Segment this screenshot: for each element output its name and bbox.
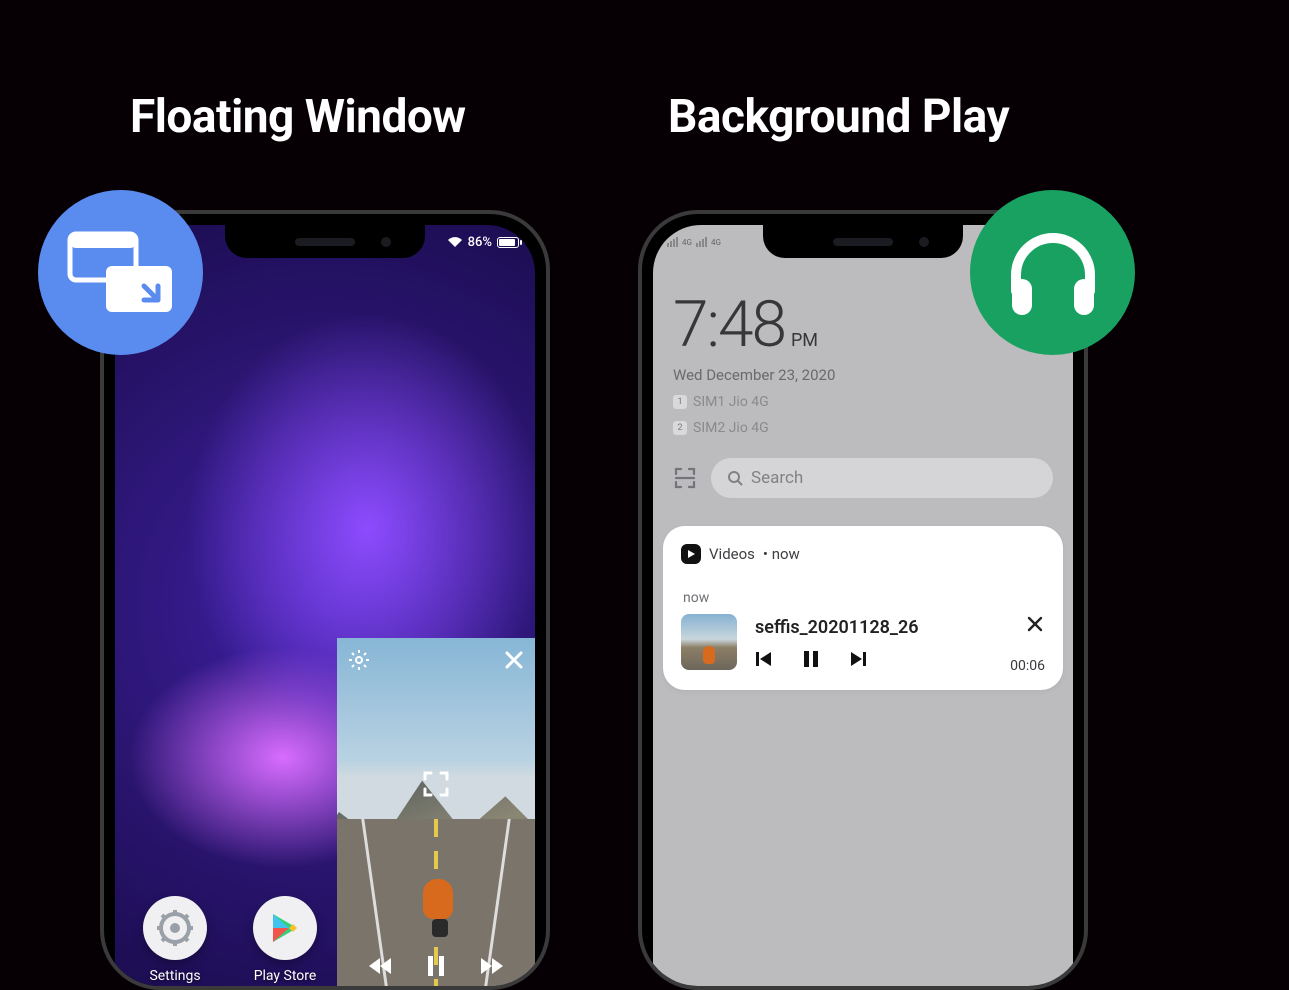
notch bbox=[225, 225, 425, 258]
settings-icon bbox=[143, 896, 207, 960]
signal-icon bbox=[696, 237, 707, 247]
track-title: seffis_20201128_26 bbox=[755, 617, 919, 638]
float-close-button[interactable] bbox=[503, 649, 525, 671]
app-label: Play Store bbox=[254, 968, 317, 984]
video-subject bbox=[423, 879, 457, 937]
app-label: Settings bbox=[149, 968, 200, 984]
track-thumbnail bbox=[681, 614, 737, 670]
battery-pct: 86% bbox=[468, 235, 492, 250]
prev-button[interactable] bbox=[755, 650, 773, 668]
sim2-line: 2 SIM2 Jio 4G bbox=[673, 420, 1053, 436]
net-label: 4G bbox=[682, 238, 692, 247]
pause-button[interactable] bbox=[803, 650, 819, 668]
media-notification[interactable]: Videos • now now seffis_20201128_26 bbox=[663, 526, 1063, 690]
signal-icon bbox=[667, 237, 678, 247]
search-input[interactable]: Search bbox=[711, 458, 1053, 498]
notif-time: • now bbox=[763, 545, 800, 563]
playstore-icon bbox=[253, 896, 317, 960]
app-playstore[interactable]: Play Store bbox=[245, 896, 325, 984]
net-label: 4G bbox=[711, 238, 721, 247]
clock-ampm: PM bbox=[791, 330, 818, 351]
home-screen: 7 86% bbox=[115, 225, 535, 986]
wifi-icon bbox=[447, 236, 463, 248]
float-rewind-button[interactable] bbox=[369, 956, 393, 976]
floating-video-window[interactable] bbox=[337, 638, 535, 986]
notif-header: Videos • now bbox=[681, 544, 1045, 564]
float-forward-button[interactable] bbox=[479, 956, 503, 976]
notch bbox=[763, 225, 963, 258]
home-dock: Settings Play Store bbox=[135, 896, 325, 984]
notif-close-button[interactable] bbox=[1025, 614, 1045, 634]
notif-app-name: Videos bbox=[709, 545, 755, 563]
sim2-label: SIM2 Jio 4G bbox=[693, 420, 769, 436]
float-fullscreen-button[interactable] bbox=[421, 769, 451, 799]
float-pause-button[interactable] bbox=[427, 956, 445, 976]
app-icon bbox=[681, 544, 701, 564]
sim1-line: 1 SIM1 Jio 4G bbox=[673, 394, 1053, 410]
search-placeholder: Search bbox=[751, 468, 803, 488]
clock-time: 7:48 bbox=[673, 287, 785, 362]
sim-badge-icon: 1 bbox=[673, 395, 687, 409]
battery-icon bbox=[497, 237, 519, 248]
float-settings-button[interactable] bbox=[347, 648, 371, 672]
elapsed-time: 00:06 bbox=[1010, 658, 1045, 674]
search-icon bbox=[727, 470, 743, 486]
notif-subtitle: now bbox=[683, 590, 1045, 606]
scan-icon[interactable] bbox=[673, 466, 697, 490]
headphones-badge-icon bbox=[970, 190, 1135, 355]
heading-background-play: Background Play bbox=[668, 90, 1009, 144]
next-button[interactable] bbox=[849, 650, 867, 668]
heading-floating-window: Floating Window bbox=[130, 90, 466, 144]
pip-badge-icon bbox=[38, 190, 203, 355]
sim-badge-icon: 2 bbox=[673, 421, 687, 435]
app-settings[interactable]: Settings bbox=[135, 896, 215, 984]
sim1-label: SIM1 Jio 4G bbox=[693, 394, 769, 410]
lock-date: Wed December 23, 2020 bbox=[673, 366, 1053, 384]
